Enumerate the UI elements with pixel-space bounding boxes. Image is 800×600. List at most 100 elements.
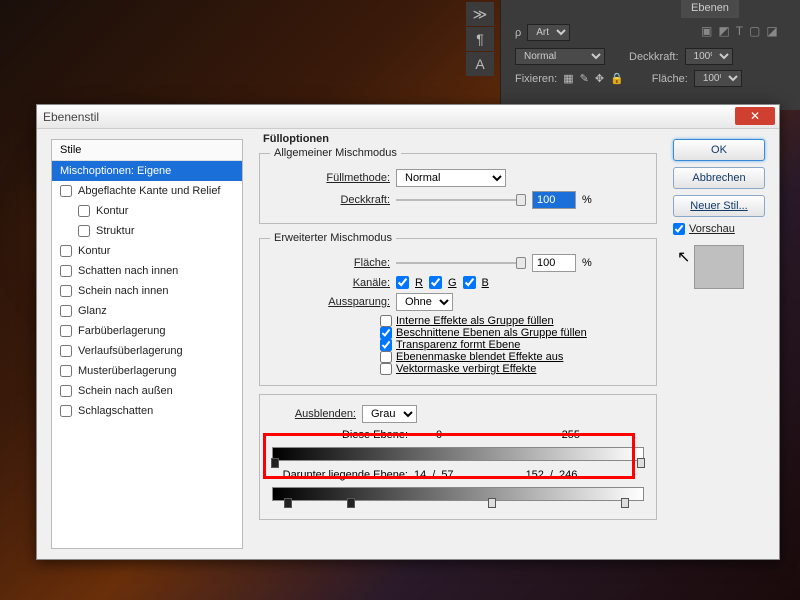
layers-panel: Ebenen ▣ ◩ T ▢ ◪ ρ Art Normal Deckkraft:… bbox=[500, 0, 800, 110]
advanced-blend-legend: Erweiterter Mischmodus bbox=[270, 232, 396, 244]
lock-move-icon[interactable]: ✥ bbox=[595, 72, 604, 85]
opacity-select[interactable]: 100% bbox=[685, 48, 733, 65]
style-checkbox[interactable] bbox=[60, 185, 72, 197]
filter-icon[interactable]: ▣ bbox=[701, 24, 712, 38]
slider-thumb-black-high[interactable] bbox=[347, 498, 355, 508]
channel-r-label: R bbox=[415, 277, 423, 289]
style-item-inner-shadow[interactable]: Schatten nach innen bbox=[52, 261, 242, 281]
cb-transparency-shapes[interactable] bbox=[380, 339, 392, 351]
opacity-label: Deckkraft: bbox=[270, 194, 390, 206]
style-item-stroke[interactable]: Kontur bbox=[52, 241, 242, 261]
close-button[interactable]: ✕ bbox=[735, 107, 775, 125]
this-layer-low: 0 bbox=[414, 429, 464, 441]
lock-pixels-icon[interactable]: ▦ bbox=[563, 72, 573, 85]
style-item-pattern-overlay[interactable]: Musterüberlagerung bbox=[52, 361, 242, 381]
under-layer-slider[interactable] bbox=[272, 487, 644, 501]
this-layer-slider[interactable] bbox=[272, 447, 644, 461]
slider-thumb-black-low[interactable] bbox=[284, 498, 292, 508]
style-checkbox[interactable] bbox=[60, 365, 72, 377]
dialog-buttons: OK Abbrechen Neuer Stil... Vorschau ↖ bbox=[673, 139, 765, 289]
style-item-texture[interactable]: Struktur bbox=[52, 221, 242, 241]
style-checkbox[interactable] bbox=[78, 205, 90, 217]
ok-button[interactable]: OK bbox=[673, 139, 765, 161]
layer-kind-select[interactable]: Art bbox=[527, 24, 570, 41]
fill-select[interactable]: 100% bbox=[694, 70, 742, 87]
preview-checkbox[interactable] bbox=[673, 223, 685, 235]
style-item-drop-shadow[interactable]: Schlagschatten bbox=[52, 401, 242, 421]
preview-label: Vorschau bbox=[689, 223, 735, 235]
knockout-select[interactable]: Ohne bbox=[396, 293, 453, 311]
filter-icon[interactable]: ◪ bbox=[766, 24, 777, 38]
filter-icon[interactable]: T bbox=[736, 24, 743, 38]
cancel-button[interactable]: Abbrechen bbox=[673, 167, 765, 189]
style-item-blending-options[interactable]: Mischoptionen: Eigene bbox=[52, 161, 242, 181]
style-checkbox[interactable] bbox=[60, 265, 72, 277]
channel-r-checkbox[interactable] bbox=[396, 276, 409, 289]
lock-label: Fixieren: bbox=[515, 73, 557, 85]
style-item-gradient-overlay[interactable]: Verlaufsüberlagerung bbox=[52, 341, 242, 361]
slider-thumb-white-low[interactable] bbox=[488, 498, 496, 508]
cb-internal-effects[interactable] bbox=[380, 315, 392, 327]
cb-label: Ebenenmaske blendet Effekte aus bbox=[396, 351, 563, 363]
style-item-inner-glow[interactable]: Schein nach innen bbox=[52, 281, 242, 301]
layer-filter-icons: ▣ ◩ T ▢ ◪ bbox=[701, 24, 778, 38]
filter-icon[interactable]: ▢ bbox=[749, 24, 760, 38]
style-checkbox[interactable] bbox=[78, 225, 90, 237]
tool-icon[interactable]: ¶ bbox=[466, 27, 494, 51]
lock-all-icon[interactable]: 🔒 bbox=[610, 72, 624, 85]
style-checkbox[interactable] bbox=[60, 285, 72, 297]
blend-if-group: Ausblenden: Grau Diese Ebene: 0 255 Daru… bbox=[259, 394, 657, 520]
layer-style-dialog: Ebenenstil ✕ Stile Mischoptionen: Eigene… bbox=[36, 104, 780, 560]
channel-g-label: G bbox=[448, 277, 457, 289]
kind-icon: ρ bbox=[515, 27, 521, 39]
style-item-color-overlay[interactable]: Farbüberlagerung bbox=[52, 321, 242, 341]
style-item-outer-glow[interactable]: Schein nach außen bbox=[52, 381, 242, 401]
fill-method-select[interactable]: Normal bbox=[396, 169, 506, 187]
cb-label: Beschnittene Ebenen als Gruppe füllen bbox=[396, 327, 587, 339]
style-checkbox[interactable] bbox=[60, 385, 72, 397]
style-item-contour[interactable]: Kontur bbox=[52, 201, 242, 221]
cb-label: Transparenz formt Ebene bbox=[396, 339, 520, 351]
knockout-label: Aussparung: bbox=[270, 296, 390, 308]
tool-icon[interactable]: ≫ bbox=[466, 2, 494, 26]
style-checkbox[interactable] bbox=[60, 325, 72, 337]
layers-panel-tab[interactable]: Ebenen bbox=[681, 0, 739, 18]
channel-b-checkbox[interactable] bbox=[463, 276, 476, 289]
new-style-button[interactable]: Neuer Stil... bbox=[673, 195, 765, 217]
general-blend-group: Allgemeiner Mischmodus Füllmethode: Norm… bbox=[259, 147, 657, 224]
slider-thumb-black[interactable] bbox=[271, 458, 279, 468]
slider-thumb-white[interactable] bbox=[637, 458, 645, 468]
under-b: 57 bbox=[441, 469, 453, 481]
under-layer-label: Darunter liegende Ebene: bbox=[268, 469, 408, 481]
blend-mode-select[interactable]: Normal bbox=[515, 48, 605, 65]
blendif-select[interactable]: Grau bbox=[362, 405, 417, 423]
tool-icon[interactable]: A bbox=[466, 52, 494, 76]
style-checkbox[interactable] bbox=[60, 345, 72, 357]
blendif-label: Ausblenden: bbox=[268, 408, 356, 420]
percent-label: % bbox=[582, 257, 592, 269]
lock-paint-icon[interactable]: ✎ bbox=[580, 72, 589, 85]
slider-thumb-white-high[interactable] bbox=[621, 498, 629, 508]
fill-area-label: Fläche: bbox=[270, 257, 390, 269]
cb-vector-mask-hides[interactable] bbox=[380, 363, 392, 375]
fill-area-slider[interactable] bbox=[396, 256, 526, 270]
cb-label: Interne Effekte als Gruppe füllen bbox=[396, 315, 554, 327]
general-blend-legend: Allgemeiner Mischmodus bbox=[270, 147, 401, 159]
cb-layer-mask-hides[interactable] bbox=[380, 351, 392, 363]
under-d: 246 bbox=[559, 469, 577, 481]
percent-label: % bbox=[582, 194, 592, 206]
filter-icon[interactable]: ◩ bbox=[718, 24, 729, 38]
preview-swatch bbox=[694, 245, 744, 289]
opacity-slider[interactable] bbox=[396, 193, 526, 207]
channel-g-checkbox[interactable] bbox=[429, 276, 442, 289]
opacity-input[interactable] bbox=[532, 191, 576, 209]
style-item-satin[interactable]: Glanz bbox=[52, 301, 242, 321]
style-item-bevel[interactable]: Abgeflachte Kante und Relief bbox=[52, 181, 242, 201]
style-checkbox[interactable] bbox=[60, 245, 72, 257]
cb-label: Vektormaske verbirgt Effekte bbox=[396, 363, 536, 375]
style-checkbox[interactable] bbox=[60, 405, 72, 417]
style-checkbox[interactable] bbox=[60, 305, 72, 317]
fill-area-input[interactable] bbox=[532, 254, 576, 272]
cb-clipped-layers[interactable] bbox=[380, 327, 392, 339]
dialog-titlebar[interactable]: Ebenenstil ✕ bbox=[37, 105, 779, 129]
